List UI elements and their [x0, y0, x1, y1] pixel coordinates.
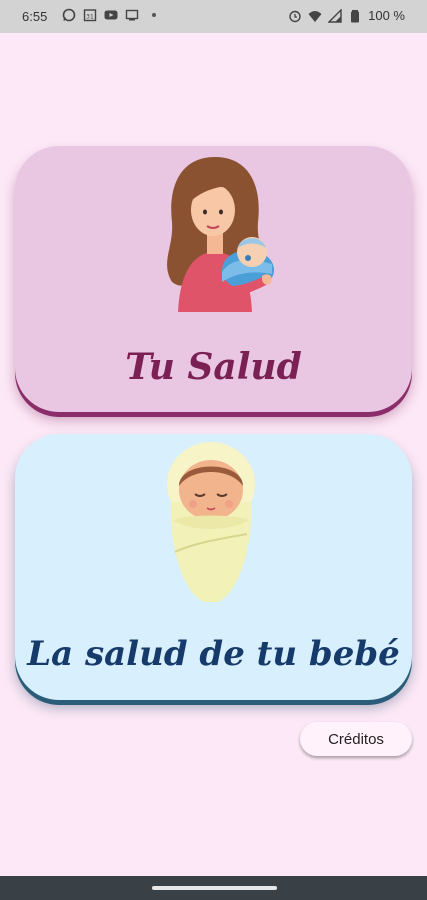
status-bar: 6:55 31 100 % [0, 0, 427, 33]
mother-holding-baby-illustration [167, 157, 274, 312]
battery-icon [351, 9, 360, 22]
cast-icon [125, 9, 139, 21]
alarm-icon [289, 10, 301, 22]
wifi-icon [308, 10, 322, 22]
your-health-title: Tu Salud [125, 346, 302, 388]
baby-health-title: La salud de tu bebé [27, 634, 400, 674]
more-notifications-dot [152, 13, 156, 17]
youtube-icon [104, 10, 118, 20]
navigation-bar [0, 876, 427, 900]
calendar-icon: 31 [83, 9, 97, 22]
baby-health-card[interactable]: La salud de tu bebé [15, 434, 412, 700]
status-time: 6:55 [22, 9, 48, 24]
svg-text:31: 31 [86, 14, 94, 21]
system-icons: 100 % [288, 8, 405, 23]
signal-icon [328, 8, 342, 23]
whatsapp-icon [62, 8, 76, 22]
home-gesture-handle[interactable] [152, 886, 277, 890]
notification-icons: 31 [62, 8, 156, 22]
your-health-card[interactable]: Tu Salud [15, 146, 412, 412]
battery-percent: 100 % [368, 8, 405, 23]
swaddled-baby-illustration [167, 442, 255, 602]
credits-button[interactable]: Créditos [300, 722, 412, 756]
